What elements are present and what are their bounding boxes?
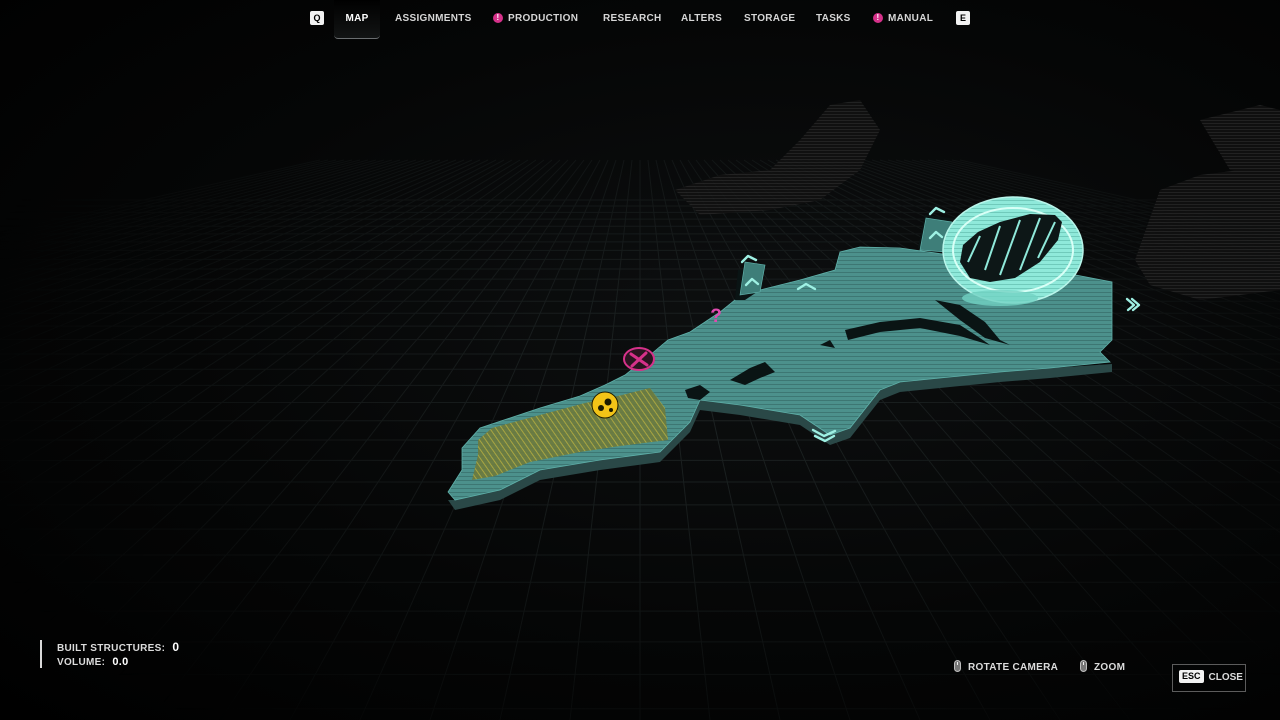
tab-research[interactable]: RESEARCH [603, 0, 662, 38]
prev-tab-key[interactable]: Q [310, 11, 324, 25]
crash-site-icon[interactable] [623, 347, 655, 371]
tab-manual[interactable]: ! MANUAL [873, 0, 933, 38]
zoom-label: ZOOM [1094, 662, 1126, 673]
alert-icon: ! [873, 13, 883, 23]
close-button[interactable]: ESC CLOSE [1172, 664, 1246, 692]
svg-text:?: ? [710, 306, 722, 327]
unknown-marker-icon[interactable]: ? [710, 306, 722, 327]
tab-label: ALTERS [681, 13, 723, 24]
tab-label: MAP [345, 13, 369, 24]
built-structures-label: BUILT STRUCTURES: [57, 643, 166, 654]
tab-alters[interactable]: ALTERS [681, 0, 722, 38]
tab-assignments[interactable]: ASSIGNMENTS [395, 0, 472, 38]
tab-label: RESEARCH [603, 13, 662, 24]
volume-value: 0.0 [112, 656, 129, 668]
tab-label: PRODUCTION [508, 13, 579, 24]
tab-map[interactable]: MAP [334, 0, 380, 39]
tab-tasks[interactable]: TASKS [816, 0, 851, 38]
tab-label: MANUAL [888, 13, 934, 24]
built-structures-row: BUILT STRUCTURES: 0 [57, 640, 179, 655]
alert-icon: ! [493, 13, 503, 23]
tab-label: STORAGE [744, 13, 796, 24]
rotate-camera-hint: ROTATE CAMERA [954, 660, 1058, 676]
tab-label: TASKS [816, 13, 851, 24]
map-canvas[interactable]: ? [0, 0, 1280, 720]
mouse-icon [954, 660, 961, 672]
close-label: CLOSE [1208, 672, 1243, 683]
map-screen: ? Q MAP ASSIGNMENTS ! PRODUCTION RESEARCH… [0, 0, 1280, 720]
tab-storage[interactable]: STORAGE [744, 0, 795, 38]
waypoint-marker-icon[interactable] [591, 391, 619, 419]
volume-row: VOLUME: 0.0 [57, 655, 179, 670]
volume-label: VOLUME: [57, 657, 106, 668]
zoom-hint: ZOOM [1080, 660, 1125, 676]
next-tab-key[interactable]: E [956, 11, 970, 25]
mouse-scroll-icon [1080, 660, 1087, 672]
rotate-camera-label: ROTATE CAMERA [968, 662, 1059, 673]
build-stats: BUILT STRUCTURES: 0 VOLUME: 0.0 [40, 640, 179, 668]
esc-key: ESC [1179, 670, 1204, 683]
tab-label: ASSIGNMENTS [395, 13, 472, 24]
built-structures-value: 0 [172, 640, 180, 654]
chevron-up-icon [928, 206, 946, 216]
tab-production[interactable]: ! PRODUCTION [493, 0, 578, 38]
top-nav: Q MAP ASSIGNMENTS ! PRODUCTION RESEARCH A… [0, 0, 1280, 40]
